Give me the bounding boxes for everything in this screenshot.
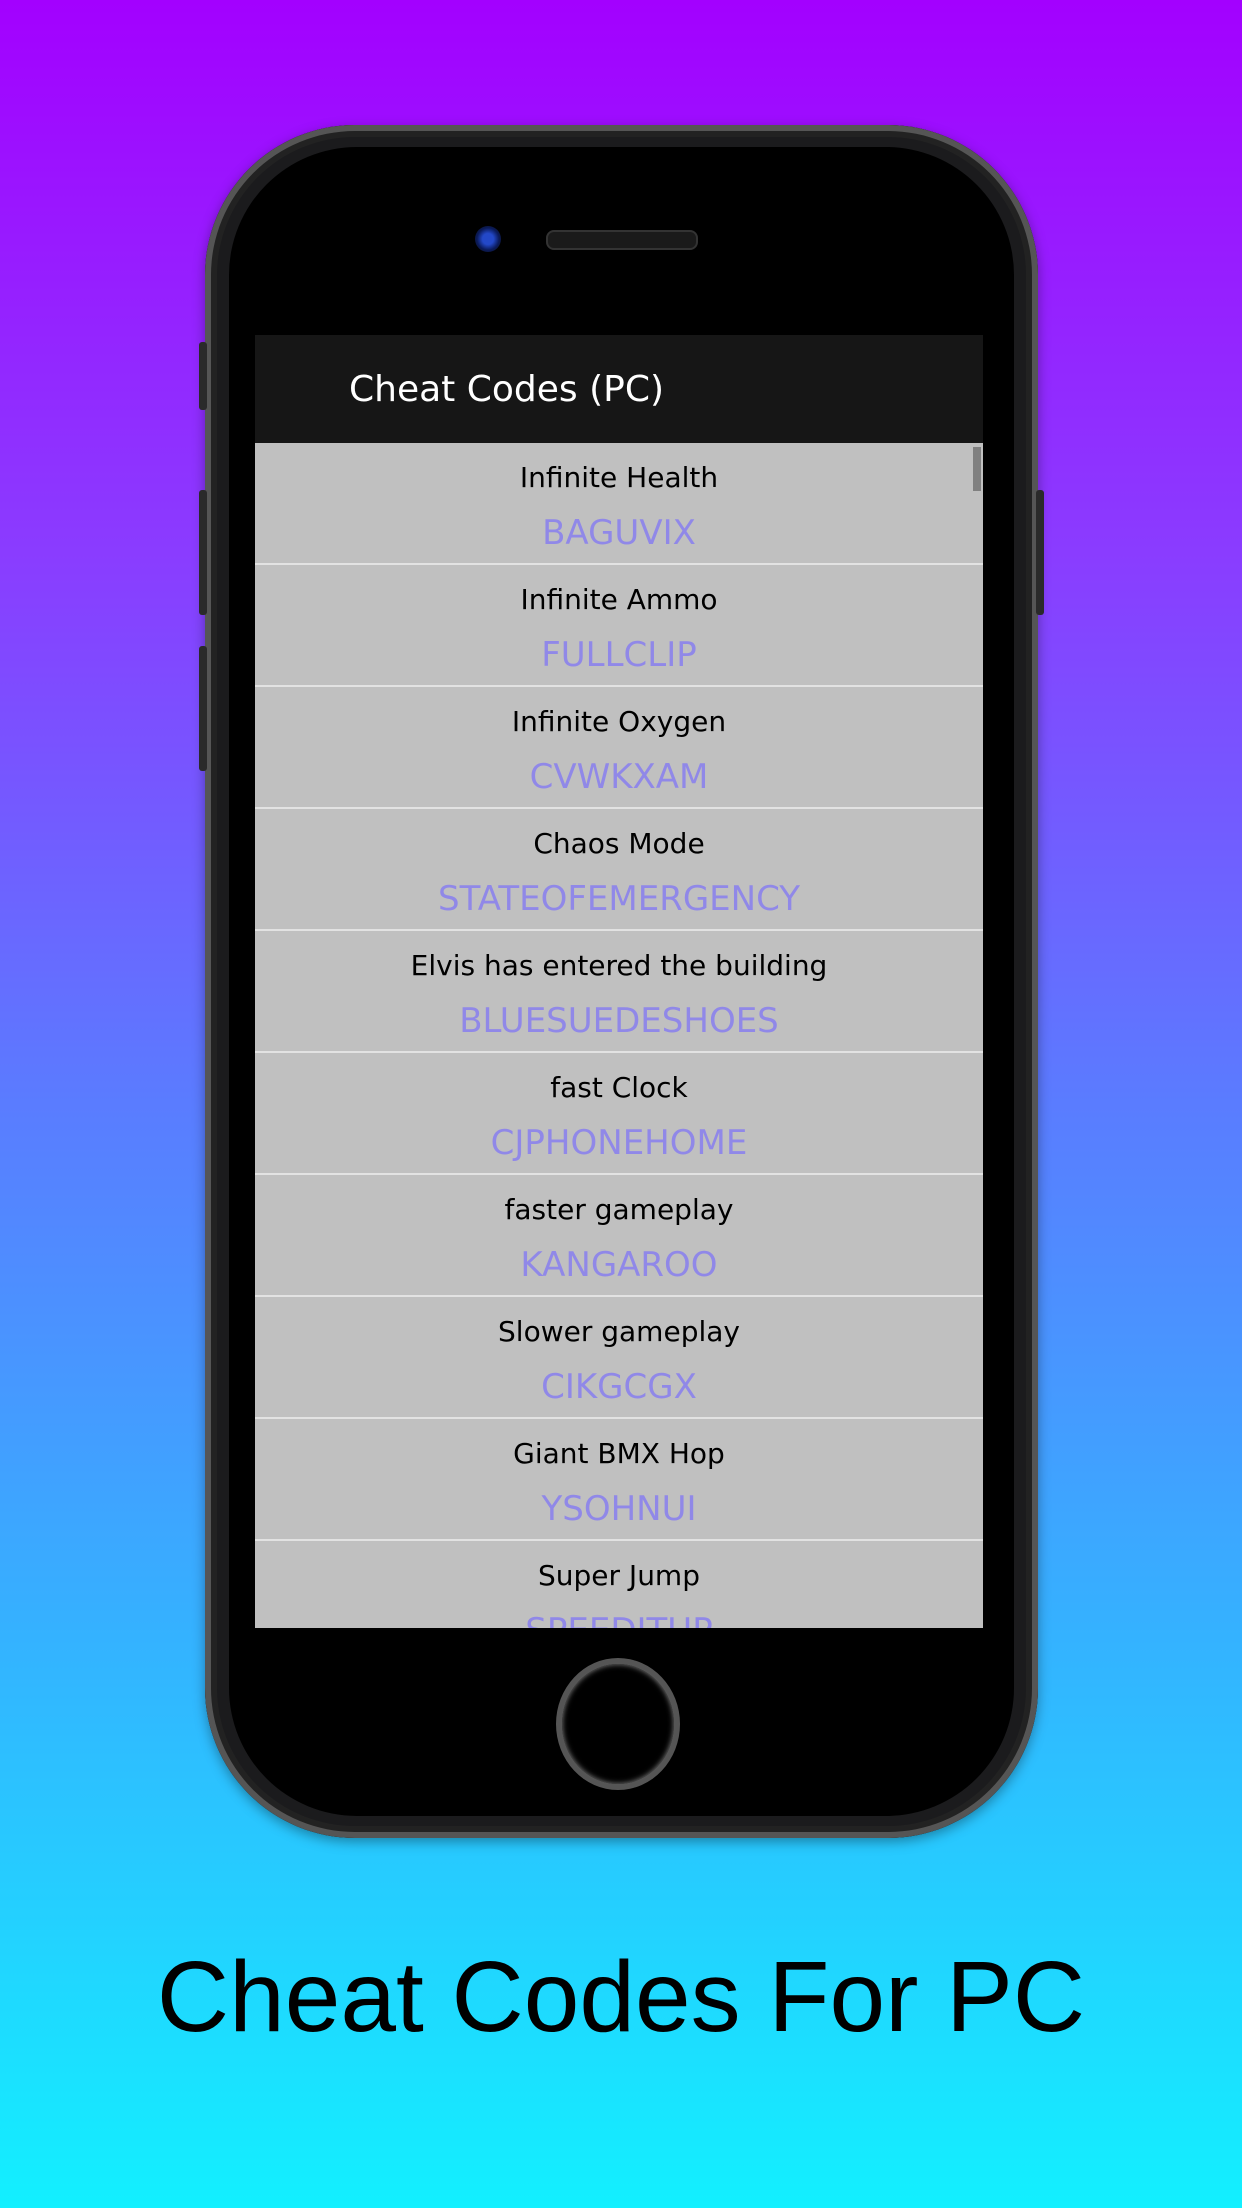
cheat-name: Super Jump	[538, 1559, 700, 1592]
list-item[interactable]: Giant BMX Hop YSOHNUI	[255, 1419, 983, 1541]
list-item[interactable]: faster gameplay KANGAROO	[255, 1175, 983, 1297]
mute-switch	[199, 342, 207, 410]
cheat-name: Chaos Mode	[533, 827, 705, 860]
list-item[interactable]: Chaos Mode STATEOFEMERGENCY	[255, 809, 983, 931]
front-camera-icon	[475, 226, 501, 252]
cheat-name: Slower gameplay	[498, 1315, 740, 1348]
list-item[interactable]: fast Clock CJPHONEHOME	[255, 1053, 983, 1175]
cheat-code: KANGAROO	[520, 1245, 718, 1285]
app-title: Cheat Codes (PC)	[349, 368, 665, 410]
cheat-code: BLUESUEDESHOES	[459, 1001, 779, 1041]
cheat-name: Giant BMX Hop	[513, 1437, 725, 1470]
cheat-code: CVWKXAM	[529, 757, 709, 797]
cheat-name: Infinite Oxygen	[511, 705, 727, 738]
list-item[interactable]: Infinite Ammo FULLCLIP	[255, 565, 983, 687]
home-button[interactable]	[556, 1658, 680, 1790]
list-item[interactable]: Infinite Health BAGUVIX	[255, 443, 983, 565]
cheat-code: STATEOFEMERGENCY	[438, 879, 800, 919]
app-bar: Cheat Codes (PC)	[255, 335, 983, 443]
list-item[interactable]: Slower gameplay CIKGCGX	[255, 1297, 983, 1419]
cheat-name: Infinite Ammo	[520, 583, 718, 616]
volume-up-button	[199, 490, 207, 615]
cheat-name: fast Clock	[550, 1071, 688, 1104]
cheat-list[interactable]: Infinite Health BAGUVIX Infinite Ammo FULL…	[255, 443, 983, 1628]
scrollbar[interactable]	[973, 447, 981, 491]
promo-caption: Cheat Codes For PC	[156, 1941, 1086, 2053]
volume-down-button	[199, 646, 207, 771]
cheat-code: BAGUVIX	[542, 513, 696, 553]
cheat-name: Elvis has entered the building	[410, 949, 828, 982]
cheat-code: FULLCLIP	[541, 635, 697, 675]
cheat-code: SPEEDITUP	[255, 1603, 983, 1628]
list-item[interactable]: Infinite Oxygen CVWKXAM	[255, 687, 983, 809]
earpiece-speaker	[546, 230, 698, 250]
cheat-code: YSOHNUI	[541, 1489, 697, 1529]
app-screen: Cheat Codes (PC) Infinite Health BAGUVIX …	[255, 335, 983, 1628]
list-item[interactable]: Super Jump SPEEDITUP	[255, 1541, 983, 1628]
cheat-name: faster gameplay	[504, 1193, 734, 1226]
cheat-name: Infinite Health	[519, 461, 719, 494]
cheat-code: CJPHONEHOME	[490, 1123, 748, 1163]
list-item[interactable]: Elvis has entered the building BLUESUEDES…	[255, 931, 983, 1053]
cheat-code: CIKGCGX	[541, 1367, 697, 1407]
power-button	[1036, 490, 1044, 615]
